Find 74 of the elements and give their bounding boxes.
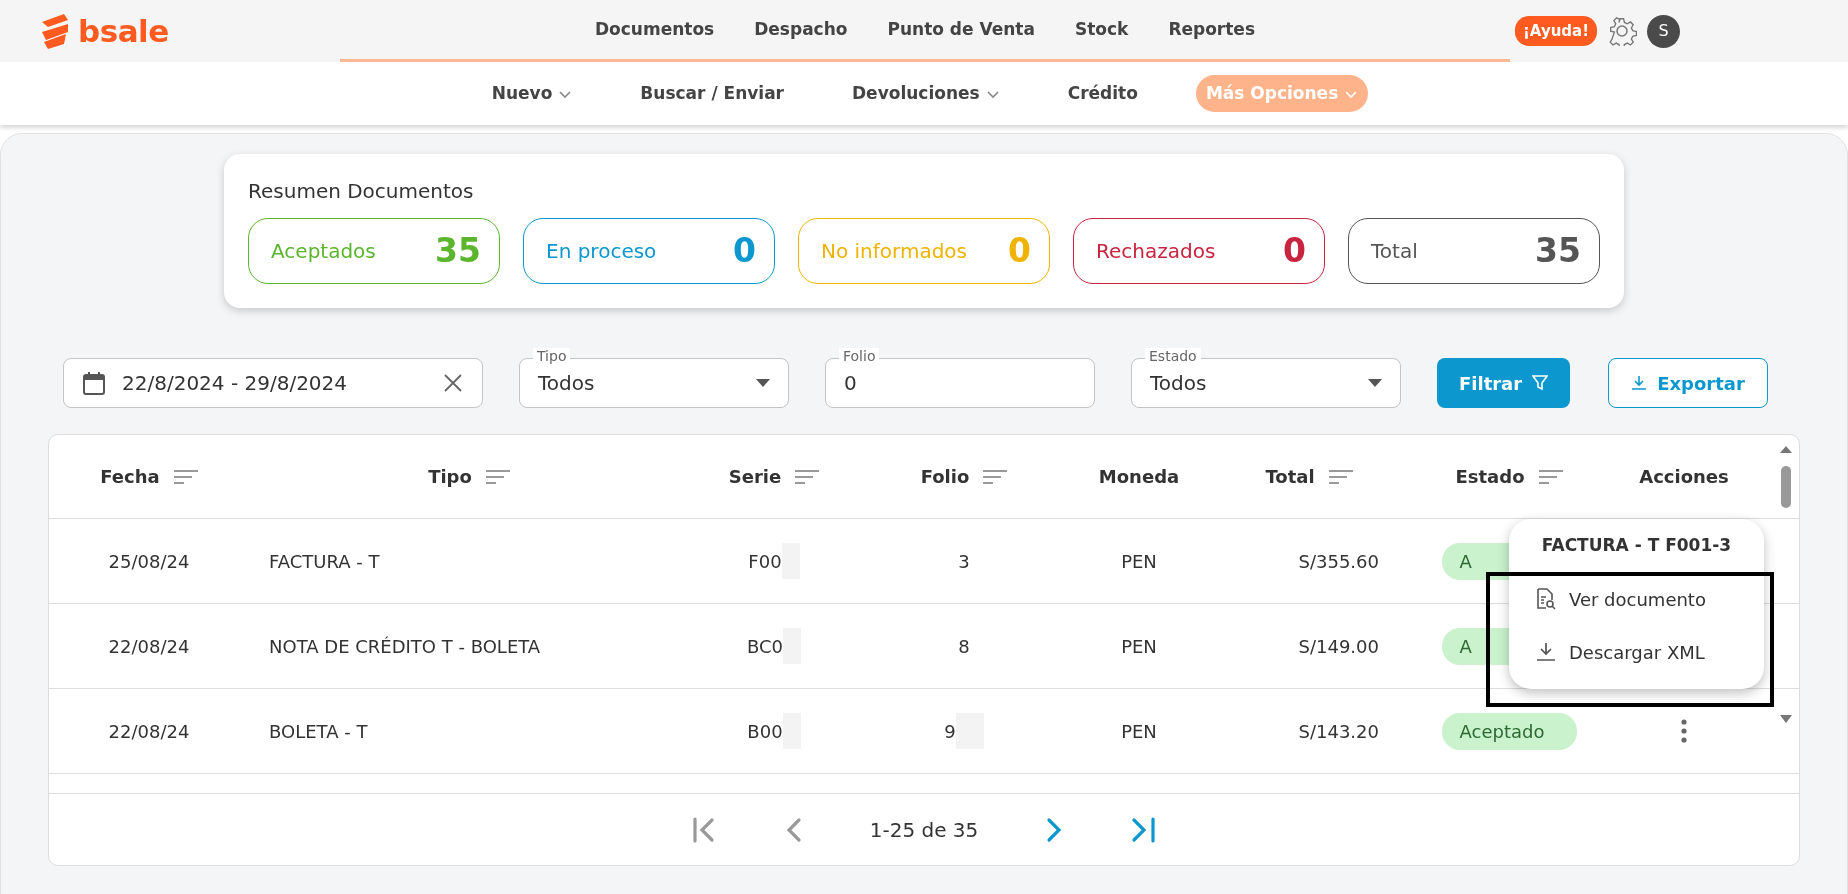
summary-title: Resumen Documentos — [248, 178, 475, 205]
nav-link[interactable]: Reportes — [1168, 16, 1256, 43]
pill-label: Aceptados — [271, 238, 376, 265]
table-cell-text: 22/08/24 — [108, 634, 190, 659]
field-label: Estado — [1145, 348, 1201, 364]
table-cell-text: B00 — [747, 719, 783, 744]
subnav-item[interactable]: Buscar / Enviar — [630, 74, 794, 113]
pill-count: 0 — [733, 230, 756, 273]
table-cell-text: 25/08/24 — [108, 549, 190, 574]
field-label: Folio — [839, 348, 880, 364]
table-cell-text: PEN — [1121, 719, 1157, 744]
table-cell-text: S/149.00 — [1298, 634, 1379, 659]
column-header[interactable]: Serie — [728, 463, 782, 490]
column-header[interactable]: Tipo — [428, 463, 472, 490]
sort-icon[interactable] — [1538, 468, 1563, 485]
summary-pill[interactable]: Rechazados 0 — [1073, 218, 1325, 284]
clear-icon[interactable] — [442, 372, 464, 394]
table-cell-text: FACTURA - T — [269, 549, 380, 574]
column-header[interactable]: Moneda — [1098, 463, 1180, 490]
table-cell-text: F00 — [748, 549, 782, 574]
column-header[interactable]: Folio — [920, 463, 970, 490]
document-search-icon — [1535, 588, 1557, 610]
pill-label: No informados — [821, 238, 968, 265]
table-cell-text: 9 — [944, 719, 956, 744]
scrollbar[interactable] — [1779, 445, 1793, 725]
table-cell-text: BC0 — [746, 634, 784, 659]
sort-icon[interactable] — [173, 468, 198, 485]
dropdown-icon — [1368, 379, 1382, 387]
logo-text: bsale — [78, 11, 169, 51]
pill-label: Rechazados — [1096, 238, 1216, 265]
download-icon — [1535, 641, 1557, 663]
table-cell-text: 22/08/24 — [108, 719, 190, 744]
status-badge: Aceptado — [1441, 712, 1577, 750]
subnav-item[interactable]: Devoluciones — [842, 74, 1010, 113]
pill-count: 0 — [1008, 230, 1031, 273]
pill-label: Total — [1371, 238, 1418, 265]
table-cell-text: 3 — [958, 549, 970, 574]
more-icon[interactable] — [1680, 719, 1688, 743]
pill-label: En proceso — [546, 238, 657, 265]
nav-link[interactable]: Documentos — [594, 16, 715, 43]
column-header[interactable]: Acciones — [1639, 463, 1729, 490]
nav-link[interactable]: Despacho — [754, 16, 848, 43]
date-range-value: 22/8/2024 - 29/8/2024 — [122, 370, 348, 397]
settings-icon[interactable] — [1607, 16, 1638, 46]
date-range-field[interactable]: 22/8/2024 - 29/8/2024 — [63, 358, 483, 408]
sort-icon[interactable] — [1328, 468, 1353, 485]
calendar-icon — [82, 371, 106, 395]
sort-icon[interactable] — [485, 468, 510, 485]
nav-link[interactable]: Punto de Venta — [887, 16, 1035, 43]
summary-pill[interactable]: Total 35 — [1348, 218, 1600, 284]
table-cell-text: PEN — [1121, 634, 1157, 659]
column-header[interactable]: Estado — [1455, 463, 1525, 490]
nav-link[interactable]: Stock — [1074, 16, 1129, 43]
sort-icon[interactable] — [795, 468, 820, 485]
table-cell-text: BOLETA - T — [269, 719, 368, 744]
filter-icon — [1532, 375, 1549, 391]
table-cell-text: PEN — [1121, 549, 1157, 574]
table-cell-text: 8 — [958, 634, 970, 659]
pill-count: 0 — [1283, 230, 1306, 273]
download-icon — [1631, 375, 1648, 391]
column-header[interactable]: Fecha — [100, 463, 160, 490]
table-cell-text: S/355.60 — [1298, 549, 1379, 574]
table-cell-text: S/143.20 — [1298, 719, 1379, 744]
page-range: 1-25 de 35 — [869, 816, 979, 844]
sort-icon[interactable] — [983, 468, 1008, 485]
user-avatar[interactable]: S — [1647, 14, 1681, 48]
column-header[interactable]: Total — [1265, 463, 1315, 490]
subnav-item[interactable]: Nuevo — [481, 74, 583, 113]
dropdown-icon — [756, 379, 770, 387]
table-cell-text: NOTA DE CRÉDITO T - BOLETA — [269, 634, 541, 659]
pill-count: 35 — [1535, 230, 1581, 273]
subnav-item[interactable]: Crédito — [1057, 74, 1148, 113]
pill-count: 35 — [435, 230, 481, 273]
field-label: Tipo — [533, 348, 571, 364]
